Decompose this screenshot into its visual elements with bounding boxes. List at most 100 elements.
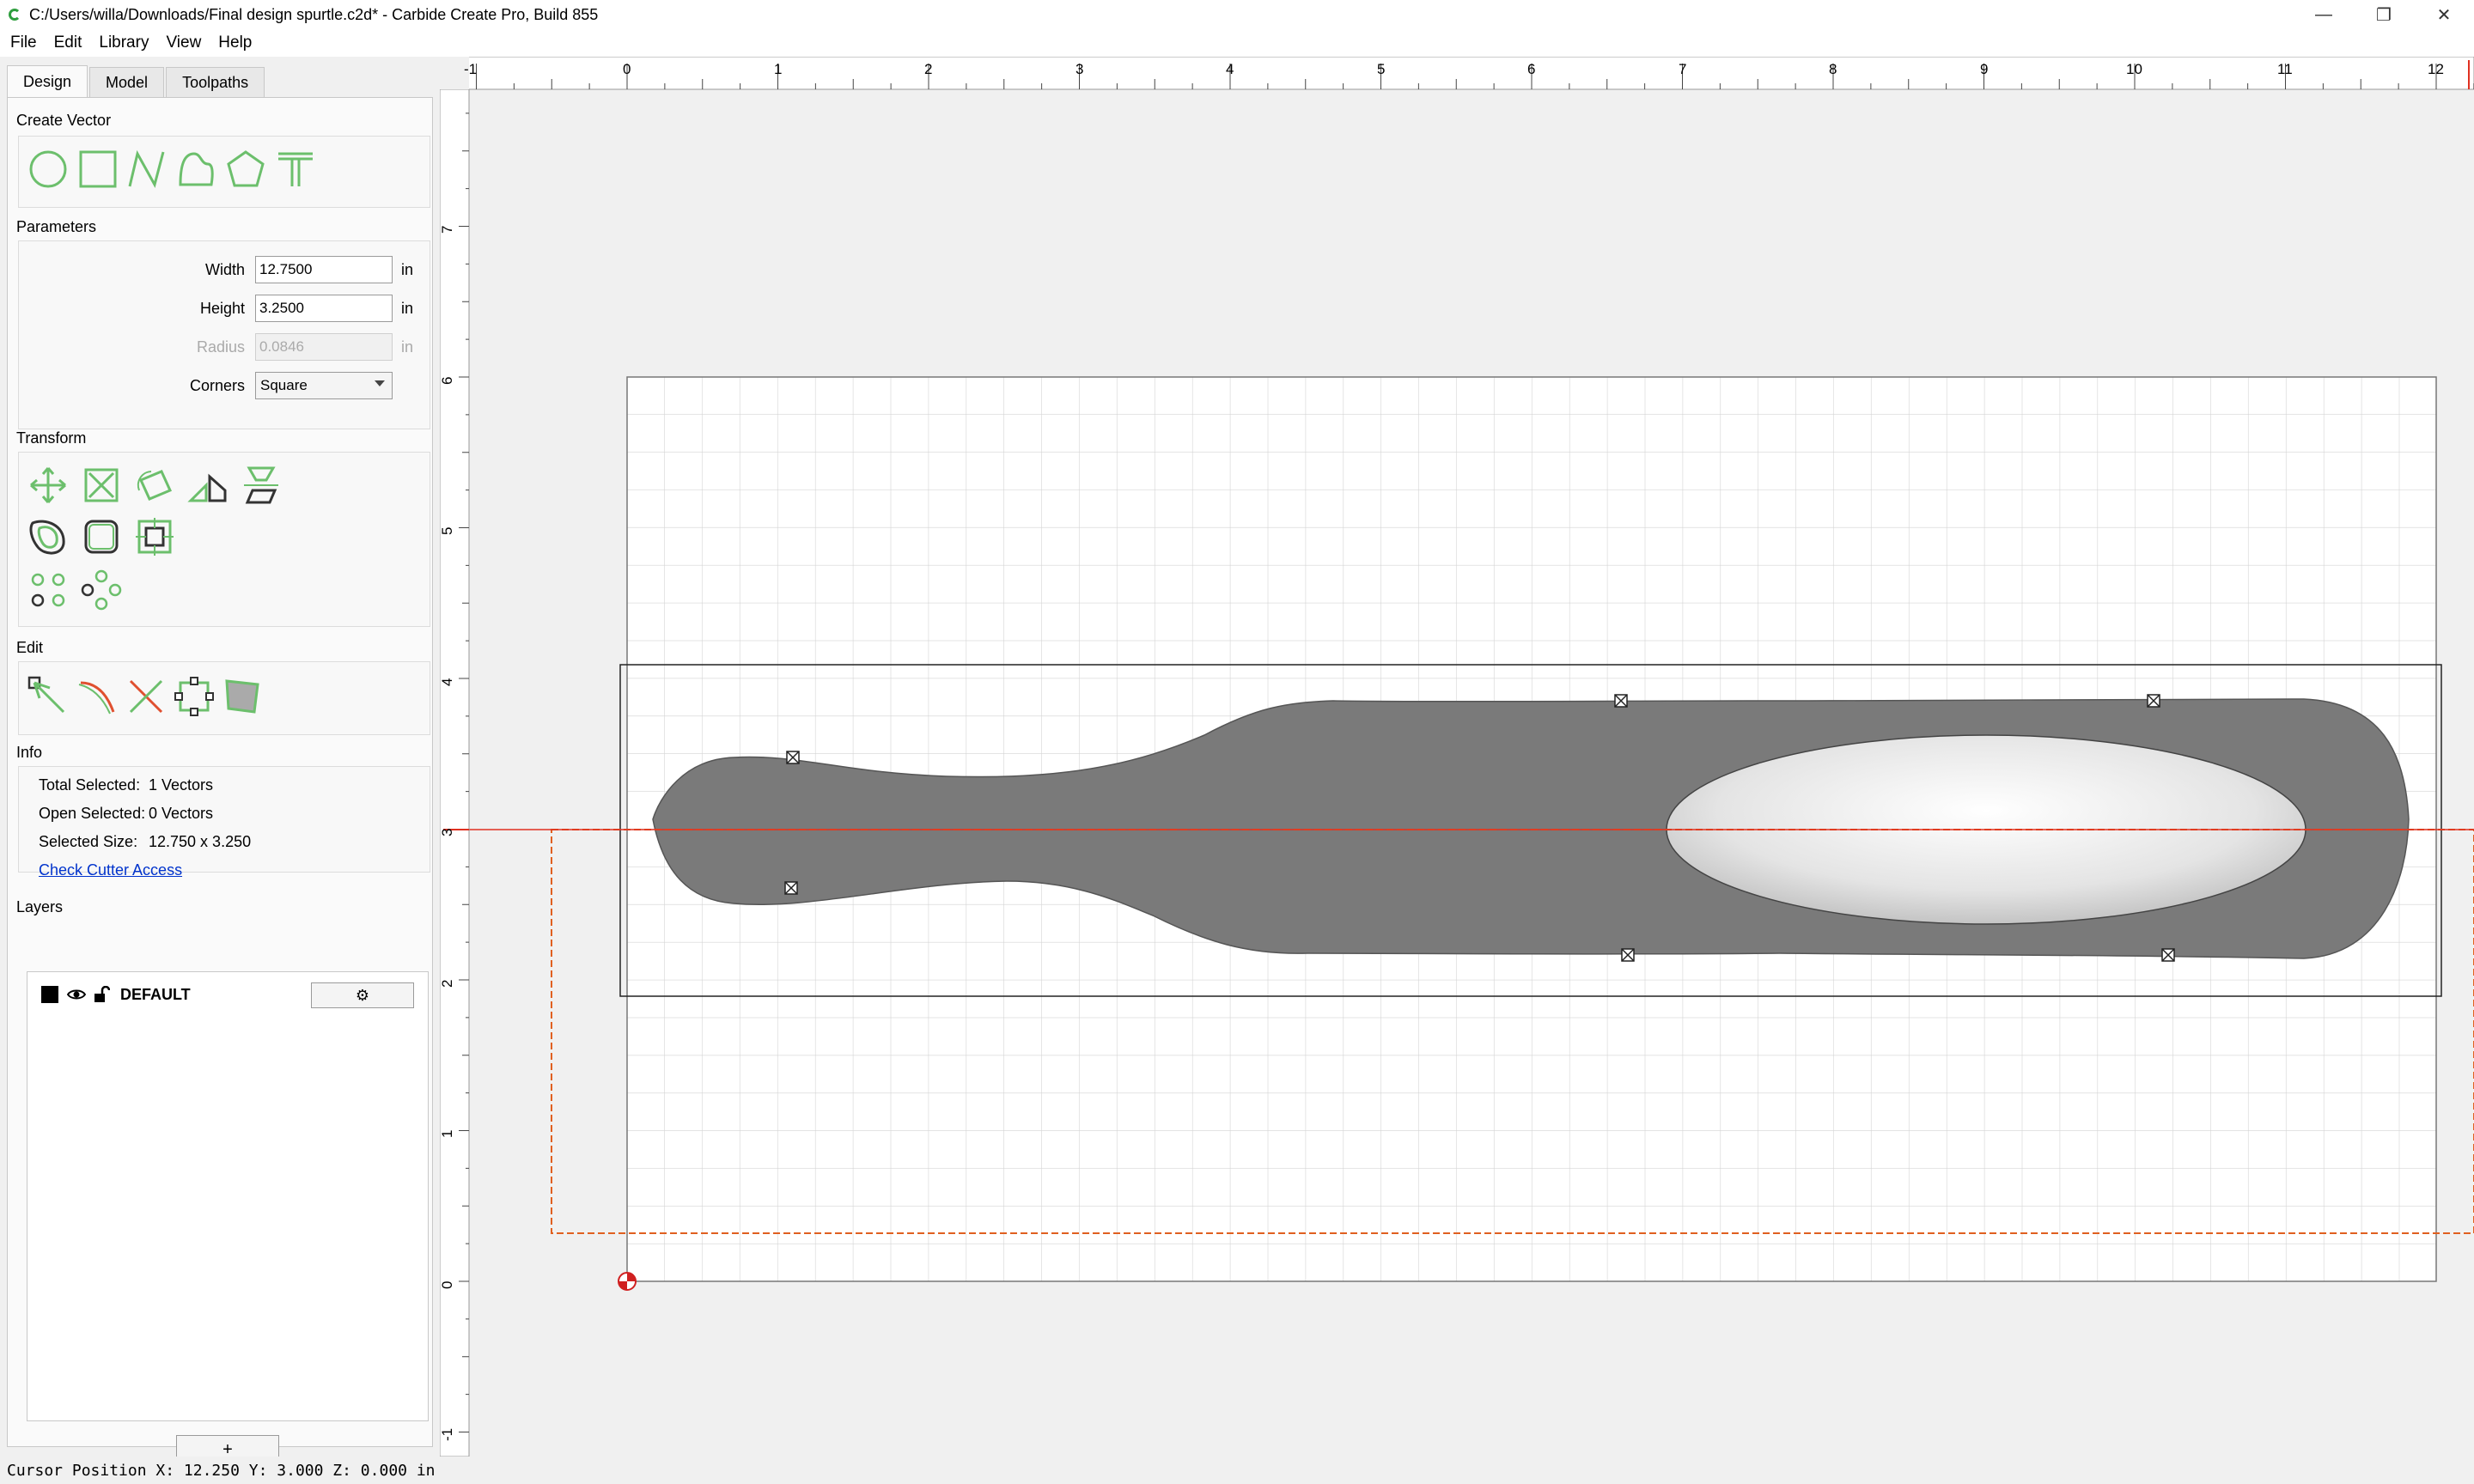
mirror-icon[interactable] bbox=[187, 465, 229, 506]
section-transform: Transform bbox=[16, 429, 87, 447]
menu-edit[interactable]: Edit bbox=[54, 33, 82, 52]
y-label: 0 bbox=[440, 1281, 455, 1289]
polygon-tool-icon[interactable] bbox=[225, 149, 266, 190]
circular-array-icon[interactable] bbox=[81, 569, 122, 611]
total-selected-value: 1 Vectors bbox=[149, 776, 214, 794]
open-selected-label: Open Selected: bbox=[39, 805, 146, 822]
corners-value: Square bbox=[260, 377, 308, 393]
origin-marker-icon bbox=[618, 1272, 637, 1291]
edit-group bbox=[18, 661, 430, 735]
layers-list: DEFAULT ⚙ bbox=[27, 971, 429, 1421]
x-label: 5 bbox=[1377, 61, 1385, 77]
y-label: -1 bbox=[440, 1428, 455, 1441]
corners-select[interactable]: Square bbox=[255, 372, 393, 399]
check-cutter-access-link[interactable]: Check Cutter Access bbox=[39, 861, 182, 879]
tab-toolpaths[interactable]: Toolpaths bbox=[166, 67, 265, 97]
cursor-position: Cursor Position X: 12.250 Y: 3.000 Z: 0.… bbox=[7, 1462, 436, 1480]
y-label: 2 bbox=[440, 980, 455, 988]
trim-curve-icon[interactable] bbox=[77, 676, 119, 717]
app-logo-icon bbox=[9, 9, 21, 21]
restore-button[interactable]: ❐ bbox=[2354, 0, 2414, 29]
x-label: 10 bbox=[2126, 61, 2142, 77]
selected-size-label: Selected Size: bbox=[39, 833, 138, 850]
design-panel: Create Vector Parameters Width in Height… bbox=[7, 97, 433, 1464]
offset-icon[interactable] bbox=[27, 516, 69, 557]
bounding-box-icon[interactable] bbox=[174, 676, 215, 717]
horizontal-ruler bbox=[439, 56, 2474, 90]
rotate-icon[interactable] bbox=[134, 465, 175, 506]
x-label: 7 bbox=[1679, 61, 1686, 77]
selected-size-value: 12.750 x 3.250 bbox=[149, 833, 252, 850]
x-label: -1 bbox=[464, 61, 477, 77]
open-selected-value: 0 Vectors bbox=[149, 805, 214, 822]
fill-shape-icon[interactable] bbox=[222, 676, 263, 717]
height-label: Height bbox=[199, 300, 245, 317]
curve-tool-icon[interactable] bbox=[175, 149, 216, 190]
x-label: 12 bbox=[2428, 61, 2444, 77]
move-icon[interactable] bbox=[27, 465, 69, 506]
y-label: 6 bbox=[440, 377, 455, 385]
x-label: 2 bbox=[924, 61, 932, 77]
visibility-eye-icon[interactable] bbox=[67, 988, 86, 1001]
x-label: 4 bbox=[1226, 61, 1234, 77]
x-label: 1 bbox=[774, 61, 782, 77]
y-label: 3 bbox=[440, 829, 455, 836]
x-label: 11 bbox=[2277, 61, 2293, 77]
vertical-ruler bbox=[439, 88, 470, 1457]
radius-input bbox=[255, 333, 393, 361]
window-title: C:/Users/willa/Downloads/Final design sp… bbox=[29, 5, 599, 23]
width-input[interactable] bbox=[255, 256, 393, 283]
transform-group bbox=[18, 452, 430, 627]
minimize-button[interactable]: — bbox=[2294, 0, 2354, 29]
width-unit: in bbox=[401, 261, 414, 278]
boolean-icon[interactable] bbox=[134, 516, 175, 557]
width-label: Width bbox=[204, 261, 245, 278]
y-label: 5 bbox=[440, 527, 455, 535]
menu-bar: File Edit Library View Help bbox=[0, 29, 2474, 57]
fillet-icon[interactable] bbox=[81, 516, 122, 557]
array-icon[interactable] bbox=[27, 569, 69, 611]
radius-unit: in bbox=[401, 338, 414, 356]
section-info: Info bbox=[16, 744, 43, 761]
layer-settings-button[interactable]: ⚙ bbox=[311, 982, 414, 1008]
menu-help[interactable]: Help bbox=[218, 33, 252, 52]
x-label: 0 bbox=[623, 61, 631, 77]
align-icon[interactable] bbox=[241, 465, 282, 506]
x-label: 9 bbox=[1980, 61, 1988, 77]
tab-design[interactable]: Design bbox=[7, 65, 88, 97]
left-panel: Design Model Toolpaths Create Vector Par… bbox=[0, 57, 440, 1474]
polyline-tool-icon[interactable] bbox=[125, 149, 167, 190]
scale-icon[interactable] bbox=[81, 465, 122, 506]
node-edit-icon[interactable] bbox=[27, 676, 69, 717]
section-layers: Layers bbox=[16, 898, 64, 915]
chevron-down-icon bbox=[375, 380, 385, 386]
text-tool-icon[interactable] bbox=[275, 149, 316, 190]
unlock-icon[interactable] bbox=[93, 986, 110, 1003]
gear-icon: ⚙ bbox=[355, 986, 370, 1004]
layer-name: DEFAULT bbox=[120, 986, 191, 1003]
cut-icon[interactable] bbox=[125, 676, 167, 717]
section-create-vector: Create Vector bbox=[16, 112, 112, 129]
layer-color-swatch[interactable] bbox=[41, 986, 58, 1003]
design-canvas[interactable]: -1 0 1 2 3 4 5 6 7 8 9 10 11 12 7 6 5 4 … bbox=[439, 56, 2474, 1457]
section-parameters: Parameters bbox=[16, 218, 97, 235]
tab-model[interactable]: Model bbox=[89, 67, 165, 97]
canvas-svg[interactable]: -1 0 1 2 3 4 5 6 7 8 9 10 11 12 7 6 5 4 … bbox=[439, 56, 2474, 1457]
rectangle-tool-icon[interactable] bbox=[77, 149, 119, 190]
layer-row[interactable]: DEFAULT ⚙ bbox=[27, 981, 428, 1008]
section-edit: Edit bbox=[16, 639, 44, 656]
close-button[interactable]: ✕ bbox=[2414, 0, 2474, 29]
y-label: 1 bbox=[440, 1130, 455, 1138]
circle-tool-icon[interactable] bbox=[27, 149, 69, 190]
radius-label: Radius bbox=[196, 338, 245, 356]
y-label: 7 bbox=[440, 226, 455, 234]
height-input[interactable] bbox=[255, 295, 393, 322]
x-label: 3 bbox=[1076, 61, 1083, 77]
menu-library[interactable]: Library bbox=[99, 33, 149, 52]
menu-file[interactable]: File bbox=[10, 33, 37, 52]
x-label: 6 bbox=[1527, 61, 1535, 77]
menu-view[interactable]: View bbox=[166, 33, 201, 52]
title-bar: C:/Users/willa/Downloads/Final design sp… bbox=[0, 0, 2474, 29]
create-vector-group bbox=[18, 136, 430, 208]
y-label: 4 bbox=[440, 678, 455, 686]
